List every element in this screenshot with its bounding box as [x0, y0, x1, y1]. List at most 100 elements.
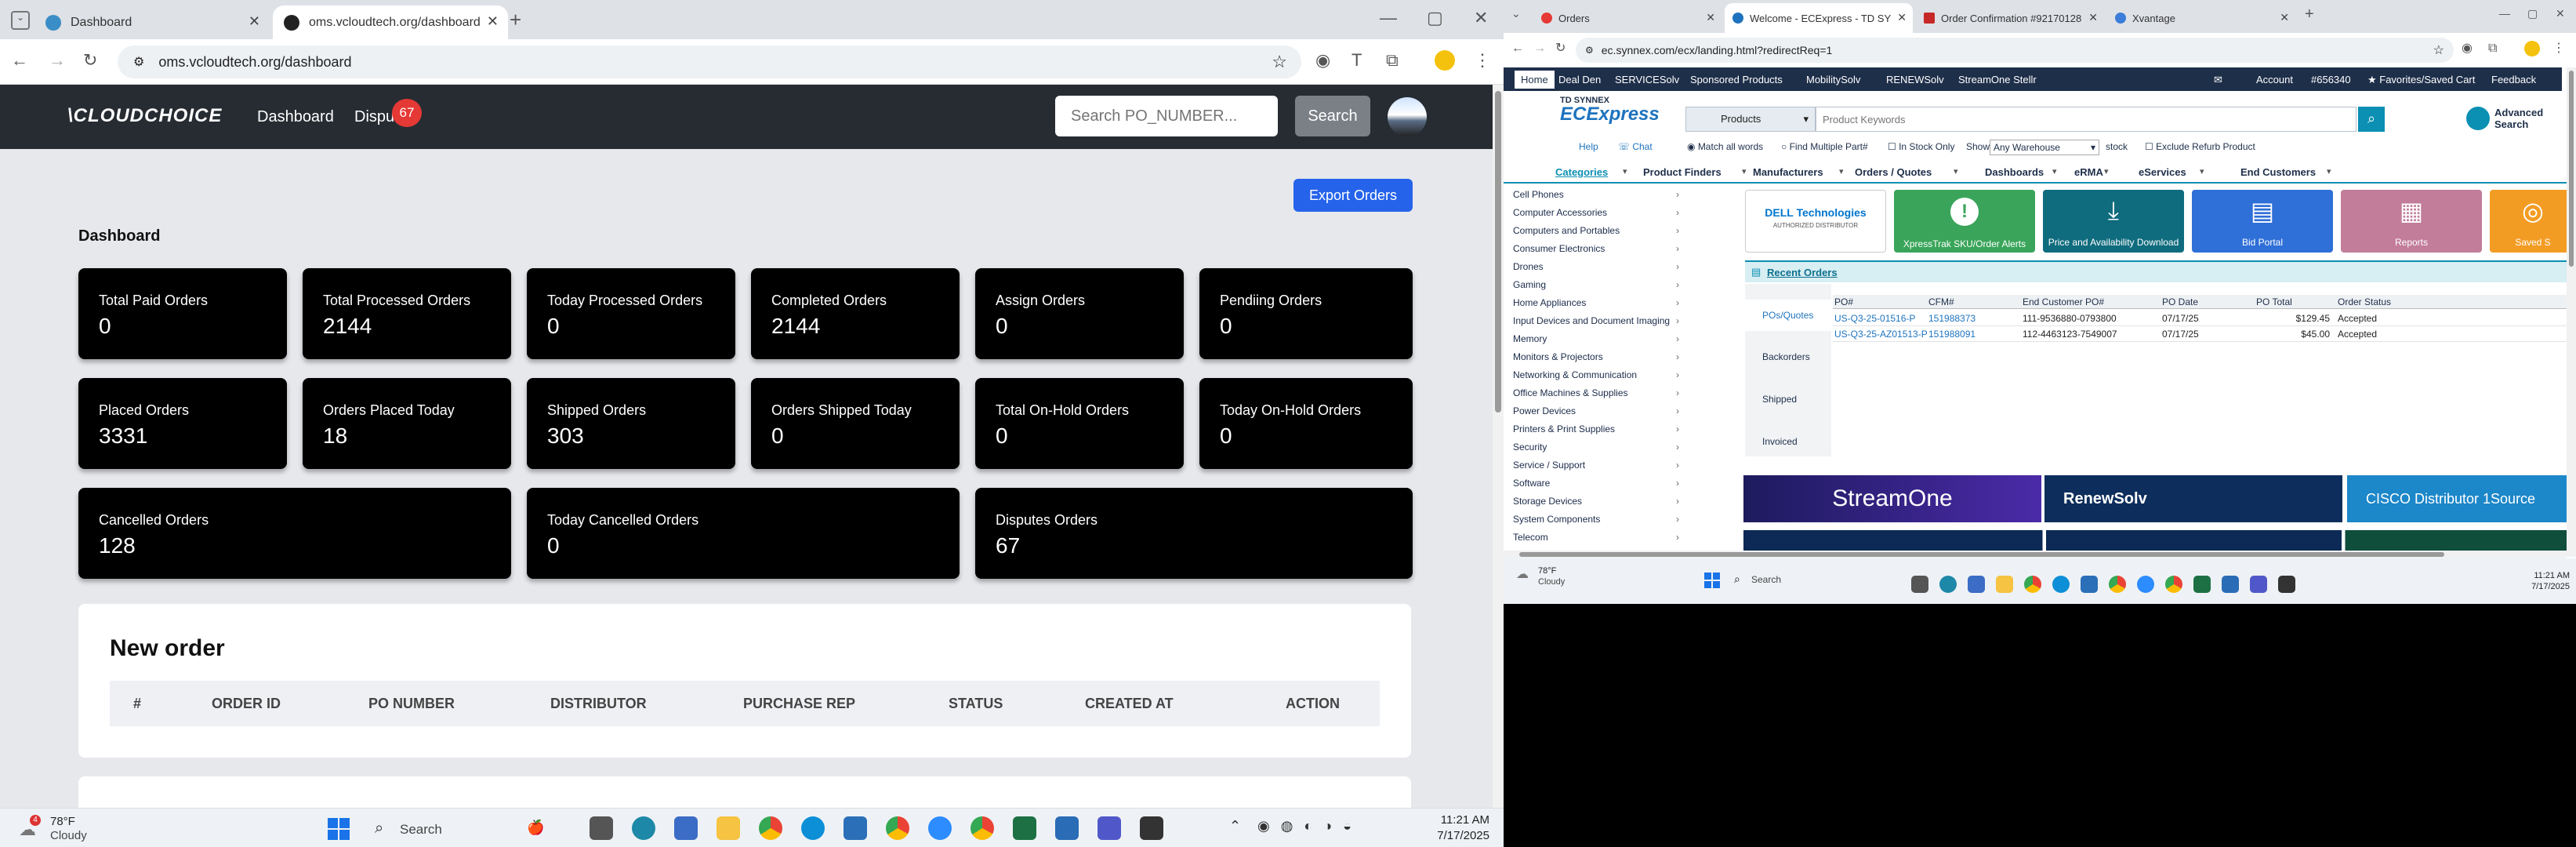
warehouse-select[interactable]: Any Warehouse ▾ [1990, 140, 2099, 155]
tab-ecexpress[interactable]: Welcome - ECExpress - TD SYNNEX✕ [1725, 3, 1913, 33]
profile-avatar-icon[interactable] [1435, 50, 1455, 71]
extensions-puzzle-icon[interactable]: ⧉ [2488, 42, 2497, 55]
remote-desktop-icon[interactable] [2081, 576, 2098, 593]
tab-xvantage[interactable]: Xvantage ✕ [2107, 3, 2295, 33]
side-tab-pos-quotes[interactable]: POs/Quotes [1745, 300, 1831, 331]
menu-item[interactable]: Manufacturers [1753, 166, 1823, 178]
scrollbar-thumb[interactable] [2569, 71, 2574, 267]
category-item[interactable]: Telecom [1513, 528, 1685, 547]
cisco-banner[interactable]: CISCO Distributor 1Source [2347, 475, 2574, 522]
excel-icon[interactable] [1013, 816, 1036, 840]
clock-time[interactable]: 11:21 AM [1435, 813, 1489, 827]
profile-avatar-icon[interactable] [2524, 41, 2540, 56]
reports-tile[interactable]: ▦ Reports [2341, 190, 2482, 253]
topnav-deal-den[interactable]: Deal Den [1558, 74, 1601, 85]
chrome-profile-icon[interactable] [886, 816, 909, 840]
menu-item[interactable]: Orders / Quotes [1855, 166, 1932, 178]
new-tab-plus-icon[interactable]: + [510, 9, 521, 30]
site-info-icon[interactable]: ⚙ [1585, 45, 1594, 56]
products-select[interactable]: Products ▾ [1685, 107, 1816, 132]
window-close-icon[interactable]: ✕ [2556, 8, 2565, 19]
category-item[interactable]: Home Appliances [1513, 293, 1685, 312]
category-item[interactable]: Gaming [1513, 275, 1685, 294]
favorites-link[interactable]: ★ Favorites/Saved Cart [2367, 74, 2475, 86]
extension-icon[interactable]: ◉ [2462, 42, 2473, 55]
close-icon[interactable]: ✕ [487, 13, 499, 30]
exclude-refurb-checkbox[interactable]: ☐ Exclude Refurb Product [2145, 141, 2255, 152]
chrome-alt-icon[interactable] [2165, 576, 2182, 593]
category-item[interactable]: Office Machines & Supplies [1513, 384, 1685, 402]
close-icon[interactable]: ✕ [249, 13, 260, 30]
excel-icon[interactable] [2193, 576, 2211, 593]
address-bar[interactable]: ⚙ ec.synnex.com/ecx/landing.html?redirec… [1576, 38, 2454, 63]
category-item[interactable]: Input Devices and Document Imaging [1513, 311, 1685, 330]
tab-oms-dashboard[interactable]: oms.vcloudtech.org/dashboard ✕ [273, 5, 508, 39]
remote-desktop-icon[interactable] [844, 816, 867, 840]
category-item[interactable]: System Components [1513, 510, 1685, 529]
right-vertical-scrollbar[interactable] [2567, 67, 2576, 557]
forward-arrow-icon[interactable]: → [1533, 42, 1546, 55]
export-orders-button[interactable]: Export Orders [1293, 179, 1413, 212]
clock-time[interactable]: 11:21 AM [2515, 571, 2570, 580]
bookmark-star-icon[interactable]: ☆ [2433, 42, 2444, 58]
topnav-servicesolv[interactable]: SERVICESolv [1615, 74, 1679, 85]
order-link[interactable]: US-Q3-25-AZ01513-P [1834, 329, 1927, 340]
scrollbar-thumb[interactable] [1519, 552, 2444, 557]
search-button[interactable]: Search [1295, 96, 1370, 136]
teams-icon[interactable] [1098, 816, 1121, 840]
address-bar[interactable]: ⚙ oms.vcloudtech.org/dashboard ☆ [118, 45, 1301, 78]
renewsolv-banner[interactable]: RenewSolv [2044, 475, 2342, 522]
chat-link[interactable]: ☏ Chat [1618, 141, 1653, 152]
match-all-radio[interactable]: ◉ Match all words [1687, 141, 1763, 152]
topnav-sponsored[interactable]: Sponsored Products [1690, 74, 1783, 85]
back-arrow-icon[interactable]: ← [11, 52, 28, 69]
topnav-home[interactable]: Home [1515, 71, 1555, 89]
edge-browser-icon[interactable] [801, 816, 825, 840]
lower-banners[interactable] [1743, 530, 2574, 552]
order-link[interactable]: 151988091 [1928, 329, 2021, 340]
close-icon[interactable]: ✕ [2280, 11, 2289, 24]
advanced-search-link[interactable]: Advanced Search [2494, 107, 2557, 130]
nav-disputes-link[interactable]: Dispu [354, 108, 394, 126]
category-item[interactable]: Cell Phones [1513, 185, 1685, 204]
menu-item[interactable]: Product Finders [1643, 166, 1722, 178]
recent-orders-link[interactable]: Recent Orders [1767, 267, 1838, 278]
help-link[interactable]: Help [1579, 141, 1598, 152]
bid-portal-tile[interactable]: ▤ Bid Portal [2192, 190, 2333, 253]
chrome-icon[interactable] [2024, 576, 2041, 593]
menu-item[interactable]: eRMA [2074, 166, 2103, 178]
puzzle-extensions-icon[interactable]: ⧉ [1386, 52, 1399, 69]
find-multiple-radio[interactable]: ○ Find Multiple Part# [1781, 141, 1868, 152]
windows-start-icon[interactable] [1704, 573, 1720, 588]
xpresstrak-tile[interactable]: ! XpressTrak SKU/Order Alerts [1894, 190, 2035, 253]
window-close-icon[interactable]: ✕ [1474, 9, 1488, 27]
mail-icon[interactable]: ✉ [2214, 74, 2222, 86]
maximize-icon[interactable]: ▢ [1427, 9, 1443, 27]
topnav-renewsolv[interactable]: RENEWSolv [1886, 74, 1944, 85]
folder-icon[interactable] [717, 816, 740, 840]
menu-item[interactable]: eServices [2139, 166, 2186, 178]
file-manager-icon[interactable] [590, 816, 613, 840]
feedback-link[interactable]: Feedback [2491, 74, 2536, 85]
folder-icon[interactable] [1996, 576, 2013, 593]
category-item[interactable]: Security [1513, 438, 1685, 456]
category-item[interactable]: Printers & Print Supplies [1513, 420, 1685, 438]
cloudchoice-logo[interactable]: \CLOUDCHOICE [67, 105, 222, 127]
menu-item[interactable]: Dashboards [1985, 166, 2044, 178]
reload-icon[interactable]: ↻ [1555, 42, 1566, 55]
topnav-mobilitysolv[interactable]: MobilitySolv [1806, 74, 1860, 85]
app-icon[interactable] [2222, 576, 2239, 593]
zoom-icon[interactable] [2137, 576, 2154, 593]
chrome-icon[interactable] [759, 816, 782, 840]
taskbar-search-box[interactable]: ⌕ Search [1731, 571, 1880, 590]
product-keyword-input[interactable] [1816, 107, 2356, 132]
file-manager-icon[interactable] [1911, 576, 1928, 593]
side-tab-backorders[interactable]: Backorders [1762, 351, 1810, 362]
weather-widget[interactable]: ☁ 4 78°F Cloudy [19, 815, 113, 843]
reading-mode-icon[interactable]: T [1351, 52, 1362, 69]
minimize-icon[interactable]: — [2499, 8, 2510, 19]
tab-search-icon[interactable]: ⌄ [11, 11, 30, 30]
forward-arrow-icon[interactable]: → [49, 52, 66, 69]
new-tab-plus-icon[interactable]: + [2305, 6, 2314, 22]
in-stock-checkbox[interactable]: ☐ In Stock Only [1888, 141, 1954, 152]
